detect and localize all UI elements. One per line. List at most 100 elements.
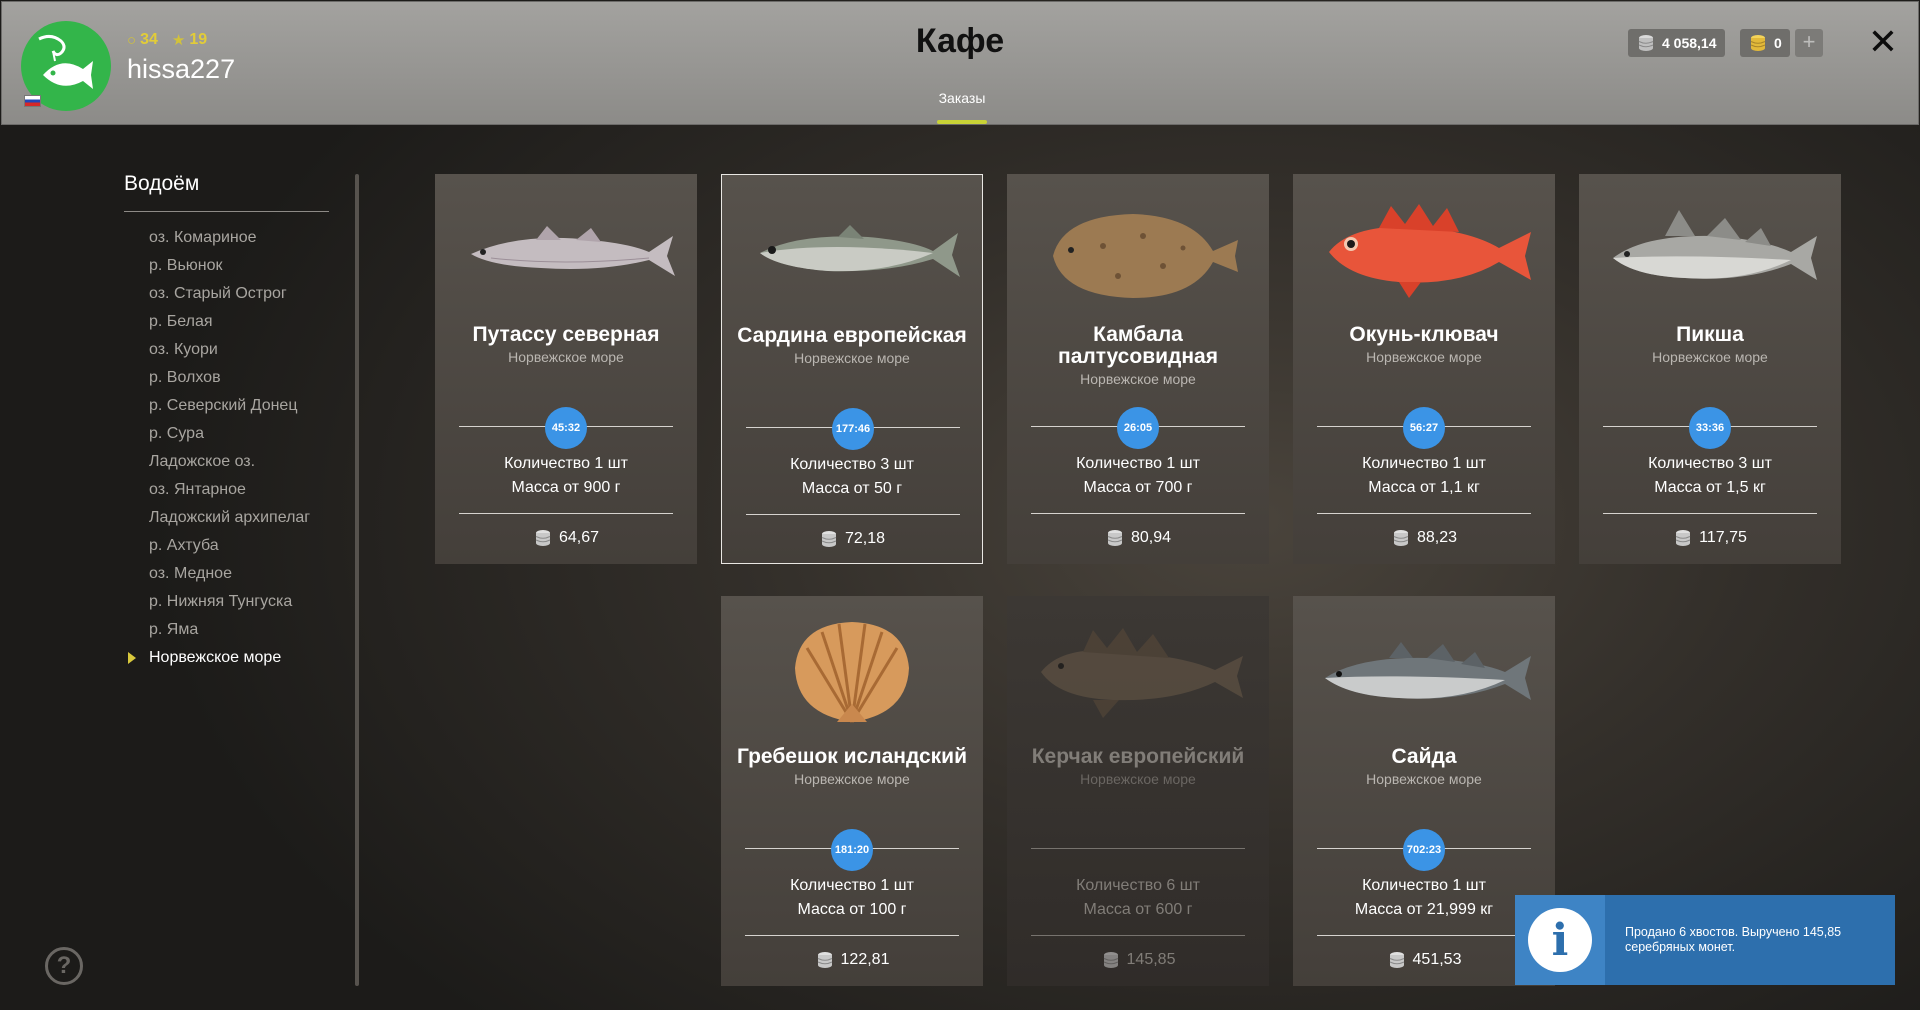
order-reward: 80,94 <box>1007 529 1269 547</box>
fish-location: Норвежское море <box>794 771 910 787</box>
silver-amount: 4 058,14 <box>1662 35 1717 51</box>
timer-badge: 181:20 <box>831 829 873 871</box>
waterbody-item[interactable]: оз. Медное <box>149 562 310 590</box>
close-button[interactable]: ✕ <box>1865 22 1901 62</box>
order-reward: 64,67 <box>435 529 697 547</box>
waterbody-item[interactable]: Ладожский архипелаг <box>149 506 310 534</box>
divider <box>1031 848 1245 849</box>
order-mass: Масса от 100 г <box>797 901 907 918</box>
waterbody-item-label: Норвежское море <box>149 649 282 666</box>
timer-badge: 45:32 <box>545 407 587 449</box>
order-reward: 117,75 <box>1579 529 1841 547</box>
order-card[interactable]: Камбала палтусовидная Норвежское море 26… <box>1007 174 1269 564</box>
silver-coins-icon <box>821 531 837 547</box>
order-quantity: Количество 6 шт <box>1076 877 1200 894</box>
timer-badge: 56:27 <box>1403 407 1445 449</box>
waterbody-item[interactable]: р. Волхов <box>149 366 310 394</box>
reward-amount: 122,81 <box>840 951 890 968</box>
order-mass: Масса от 1,1 кг <box>1368 479 1480 496</box>
silver-coins-icon <box>535 530 551 546</box>
reward-amount: 88,23 <box>1416 529 1458 546</box>
order-mass: Масса от 700 г <box>1083 479 1193 496</box>
top-bar: ○ 34 ★ 19 hissa227 Кафе Заказы 4 058,14 0 … <box>1 1 1919 125</box>
blue-whiting-fish-icon <box>471 226 675 276</box>
waterbody-item[interactable]: оз. Старый Острог <box>149 282 310 310</box>
silver-coins-icon <box>1638 35 1654 51</box>
waterbody-item[interactable]: Ладожское оз. <box>149 450 310 478</box>
order-mass: Масса от 600 г <box>1083 901 1193 918</box>
gold-balance: 0 <box>1740 29 1790 57</box>
waterbody-item[interactable]: оз. Комариное <box>149 226 310 254</box>
silver-coins-icon <box>1389 952 1404 968</box>
sale-notification[interactable]: i Продано 6 хвостов. Выручено 145,85 сер… <box>1515 895 1895 985</box>
add-gold-button[interactable]: + <box>1795 29 1823 57</box>
waterbody-item[interactable]: р. Ахтуба <box>149 534 310 562</box>
divider <box>1603 513 1817 514</box>
divider <box>459 513 673 514</box>
waterbody-item[interactable]: р. Сура <box>149 422 310 450</box>
active-arrow-icon <box>128 652 136 664</box>
order-quantity: Количество 1 шт <box>790 877 914 894</box>
scallop-shell-icon <box>795 622 909 723</box>
order-card[interactable]: Путассу северная Норвежское море 45:32 К… <box>435 174 697 564</box>
order-header: Камбала палтусовидная Норвежское море <box>1007 323 1269 388</box>
sidebar-scrollbar[interactable] <box>355 174 359 986</box>
redfish-icon <box>1329 204 1531 298</box>
waterbody-item[interactable]: р. Нижняя Тунгуска <box>149 590 310 618</box>
order-card-completed[interactable]: Керчак европейский Норвежское море Колич… <box>1007 596 1269 986</box>
order-header: Окунь-клювач Норвежское море <box>1293 324 1555 366</box>
fish-location: Норвежское море <box>1652 349 1768 365</box>
order-reward: 72,18 <box>722 530 982 548</box>
fish-name: Пикша <box>1676 323 1744 346</box>
flounder-fish-icon <box>1053 214 1238 298</box>
order-card-selected[interactable]: Сардина европейская Норвежское море 177:… <box>721 174 983 564</box>
fish-location: Норвежское море <box>508 349 624 365</box>
order-reward: 88,23 <box>1293 529 1555 547</box>
order-card[interactable]: Окунь-клювач Норвежское море 56:27 Колич… <box>1293 174 1555 564</box>
waterbody-item[interactable]: р. Белая <box>149 310 310 338</box>
fish-name: Камбала палтусовидная <box>1058 323 1218 368</box>
reward-amount: 72,18 <box>844 530 886 547</box>
waterbody-item[interactable]: оз. Янтарное <box>149 478 310 506</box>
order-card[interactable]: Пикша Норвежское море 33:36 Количество 3… <box>1579 174 1841 564</box>
fish-location: Норвежское море <box>1366 349 1482 365</box>
sardine-fish-icon <box>760 225 960 277</box>
order-header: Сайда Норвежское море <box>1293 745 1555 788</box>
order-header: Гребешок исландский Норвежское море <box>721 745 983 788</box>
fish-name: Керчак европейский <box>1031 745 1245 768</box>
fish-location: Норвежское море <box>1366 771 1482 787</box>
silver-coins-icon <box>1107 530 1123 546</box>
divider <box>1031 513 1245 514</box>
order-quantity: Количество 1 шт <box>1362 877 1486 894</box>
order-header: Сардина европейская Норвежское море <box>722 325 982 367</box>
reward-amount: 451,53 <box>1412 951 1462 968</box>
reward-amount: 80,94 <box>1130 529 1172 546</box>
waterbody-item[interactable]: р. Вьюнок <box>149 254 310 282</box>
waterbody-item[interactable]: р. Северский Донец <box>149 394 310 422</box>
timer-badge: 702:23 <box>1403 829 1445 871</box>
order-quantity: Количество 3 шт <box>1648 455 1772 472</box>
fish-location: Норвежское море <box>1080 371 1196 387</box>
tab-orders[interactable]: Заказы <box>932 90 992 106</box>
help-button[interactable]: ? <box>45 947 83 985</box>
silver-coins-icon <box>1103 952 1118 968</box>
fish-name: Сайда <box>1391 745 1457 768</box>
order-reward: 122,81 <box>721 951 983 969</box>
order-card[interactable]: Гребешок исландский Норвежское море 181:… <box>721 596 983 986</box>
fish-name: Гребешок исландский <box>736 745 967 768</box>
pollock-fish-icon <box>1325 642 1531 700</box>
order-header: Керчак европейский Норвежское море <box>1007 745 1269 788</box>
fish-location: Норвежское море <box>1080 771 1196 787</box>
divider <box>1317 513 1531 514</box>
order-reward: 145,85 <box>1007 951 1269 969</box>
silver-balance: 4 058,14 <box>1628 29 1725 57</box>
waterbody-item-active[interactable]: Норвежское море <box>128 646 310 674</box>
divider <box>745 935 959 936</box>
waterbody-item[interactable]: оз. Куори <box>149 338 310 366</box>
waterbody-item[interactable]: р. Яма <box>149 618 310 646</box>
order-mass: Масса от 50 г <box>801 480 903 497</box>
reward-amount: 145,85 <box>1126 951 1176 968</box>
order-header: Путассу северная Норвежское море <box>435 324 697 366</box>
sidebar-title: Водоём <box>124 172 200 195</box>
russia-flag-icon <box>24 95 41 107</box>
